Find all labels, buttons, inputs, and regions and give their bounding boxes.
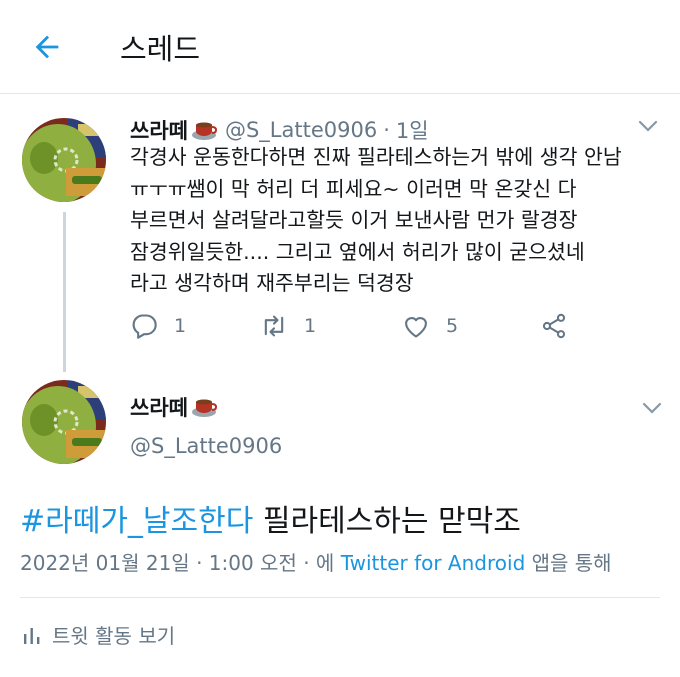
page-title: 스레드 bbox=[120, 32, 201, 66]
tweet-text: 각경사 운동한다하면 진짜 필라테스하는거 밖에 생각 안남 ㅠㅜㅠ쌤이 막 허… bbox=[130, 142, 650, 300]
display-name[interactable]: 쓰라떼 bbox=[130, 115, 188, 145]
retweet-button[interactable]: 1 bbox=[260, 312, 316, 340]
avatar[interactable] bbox=[22, 118, 106, 202]
retweet-icon bbox=[264, 315, 284, 337]
display-name[interactable]: 쓰라떼 bbox=[130, 392, 188, 422]
main-author-row: 쓰라떼 bbox=[130, 392, 217, 422]
like-button[interactable]: 5 bbox=[402, 312, 458, 340]
reply-count: 1 bbox=[174, 315, 187, 337]
coffee-icon bbox=[191, 399, 217, 417]
tweet-text-line: 라고 생각하며 재주부리는 덕경장 bbox=[130, 271, 414, 295]
tweet-text-body: 필라테스하는 맏막조 bbox=[253, 504, 521, 539]
thread-connector-line bbox=[63, 212, 66, 372]
avatar[interactable] bbox=[22, 380, 106, 464]
tweet-text-line: 부르면서 살려달라고할듯 이거 보낸사람 먼가 랄경장 bbox=[130, 208, 578, 232]
retweet-count: 1 bbox=[304, 315, 317, 337]
chevron-down-icon[interactable] bbox=[640, 396, 664, 420]
source-suffix: 앱을 통해 bbox=[531, 551, 612, 575]
tweet-activity-button[interactable]: 트윗 활동 보기 bbox=[22, 620, 175, 649]
tweet-text-line: 각경사 운동한다하면 진짜 필라테스하는거 밖에 생각 안남 bbox=[130, 145, 622, 169]
heart-icon bbox=[405, 317, 427, 338]
tweet-text-line: ㅠㅜㅠ쌤이 막 허리 더 피세요~ 이러면 막 온갖신 다 bbox=[130, 176, 577, 201]
top-app-bar: 스레드 bbox=[0, 0, 680, 94]
activity-label: 트윗 활동 보기 bbox=[52, 624, 176, 648]
tweet-meta: 2022년 01월 21일 · 1:00 오전 · 에 Twitter for … bbox=[20, 547, 612, 576]
reply-icon bbox=[132, 314, 157, 339]
share-icon bbox=[542, 313, 566, 339]
source-link[interactable]: Twitter for Android bbox=[341, 551, 526, 575]
analytics-icon bbox=[24, 627, 40, 644]
arrow-left-icon[interactable] bbox=[30, 30, 64, 64]
share-button[interactable] bbox=[540, 312, 568, 340]
timestamp[interactable]: 1일 bbox=[396, 115, 429, 145]
divider bbox=[20, 597, 660, 598]
main-tweet-text: #라떼가_날조한다 필라테스하는 맏막조 bbox=[20, 496, 521, 540]
tweet-actions: 1 1 5 bbox=[130, 312, 580, 346]
hashtag-link[interactable]: #라떼가_날조한다 bbox=[20, 504, 253, 539]
reply-button[interactable]: 1 bbox=[130, 312, 186, 340]
like-count: 5 bbox=[446, 315, 459, 337]
coffee-icon bbox=[191, 122, 217, 140]
chevron-down-icon[interactable] bbox=[636, 114, 660, 138]
tweet-timestamp: 2022년 01월 21일 · 1:00 오전 · 에 bbox=[20, 551, 335, 575]
handle: @S_Latte0906 bbox=[224, 118, 378, 142]
handle[interactable]: @S_Latte0906 bbox=[130, 434, 282, 458]
tweet-text-line: 잠경위일듯한.... 그리고 옆에서 허리가 많이 굳으셨네 bbox=[130, 239, 585, 264]
reply-author-row: 쓰라떼 @S_Latte0906 · 1일 bbox=[130, 115, 429, 145]
separator: · bbox=[383, 118, 390, 142]
